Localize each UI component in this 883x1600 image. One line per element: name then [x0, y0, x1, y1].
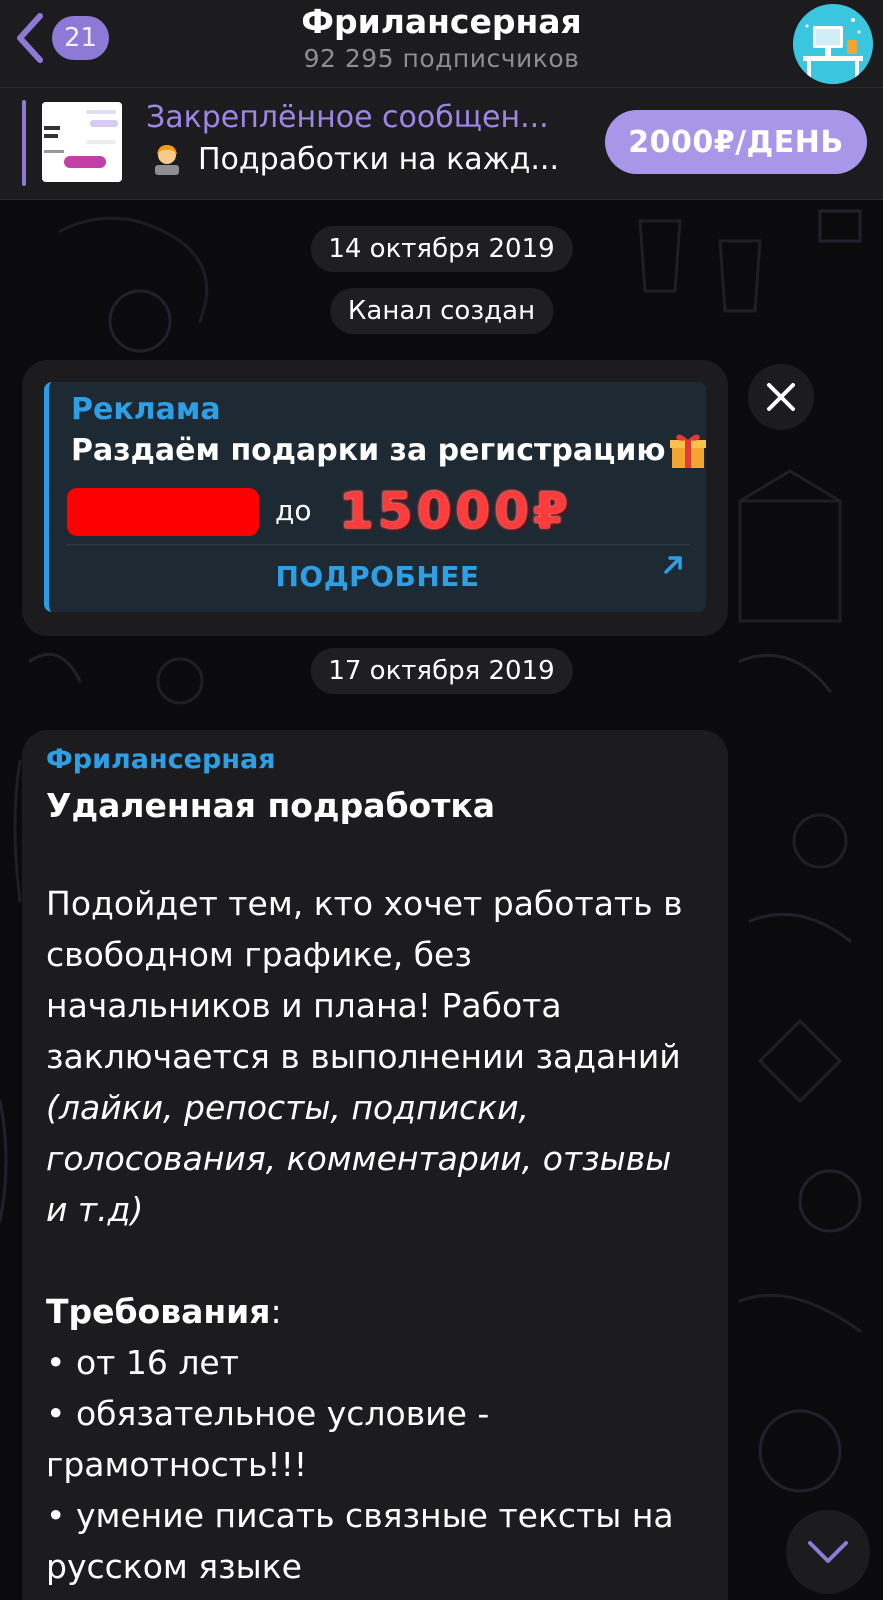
- post-line: начальников и плана! Работа: [46, 986, 562, 1025]
- pinned-action-button[interactable]: 2000₽/ДЕНЬ: [605, 110, 867, 174]
- ad-prefix: до: [275, 494, 312, 527]
- ad-label: Реклама: [71, 392, 221, 427]
- scroll-to-bottom-button[interactable]: [786, 1510, 870, 1594]
- post-line: заключается в выполнении заданий: [46, 1037, 681, 1076]
- chevron-down-icon: [808, 1541, 848, 1563]
- post-line: голосования, комментарии, отзывы: [46, 1139, 672, 1178]
- pinned-preview: Подработки на кажд...: [150, 142, 559, 177]
- channel-post[interactable]: Фрилансерная Удаленная подработка Подойд…: [22, 730, 728, 1600]
- ad-divider: [67, 544, 690, 545]
- post-line: (лайки, репосты, подписки,: [46, 1088, 530, 1127]
- sponsored-message: Реклама Раздаём подарки за регистрацию д…: [22, 360, 728, 636]
- post-line: грамотность!!!: [46, 1445, 308, 1484]
- sponsored-card[interactable]: Реклама Раздаём подарки за регистрацию д…: [44, 382, 706, 612]
- post-heading: Удаленная подработка: [46, 786, 495, 825]
- person-laptop-emoji-icon: [155, 144, 179, 175]
- ad-title: Раздаём подарки за регистрацию: [71, 432, 666, 468]
- requirements-heading: Требования:: [46, 1292, 282, 1331]
- post-line: свободном графике, без: [46, 935, 472, 974]
- post-author[interactable]: Фрилансерная: [46, 744, 276, 775]
- post-line: • умение писать связные тексты на: [46, 1496, 674, 1535]
- pinned-title: Закреплённое сообщен...: [146, 100, 549, 135]
- service-message: Канал создан: [329, 288, 554, 334]
- gift-icon: [669, 434, 706, 468]
- post-line: и т.д): [46, 1190, 144, 1229]
- subscriber-count: 92 295 подписчиков: [303, 44, 580, 73]
- post-line: русском языке: [46, 1547, 302, 1586]
- date-separator: 17 октября 2019: [310, 648, 573, 694]
- post-line: • от 16 лет: [46, 1343, 239, 1382]
- ad-amount: 15000₽: [339, 482, 572, 540]
- pinned-text: Подработки на кажд...: [198, 142, 559, 177]
- chat-header: 21 Фрилансерная 92 295 подписчиков: [0, 0, 883, 88]
- post-line: Подойдет тем, кто хочет работать в: [46, 884, 683, 923]
- post-body: Подойдет тем, кто хочет работать в свобо…: [46, 878, 726, 1592]
- ad-title-row: Раздаём подарки за регистрацию: [71, 430, 708, 470]
- pinned-message-bar[interactable]: Закреплённое сообщен... Подработки на ка…: [0, 88, 883, 200]
- external-link-arrow-icon: [664, 556, 682, 574]
- avatar-illustration-icon: [793, 4, 873, 84]
- close-ad-button[interactable]: [748, 364, 814, 430]
- channel-title[interactable]: Фрилансерная: [0, 2, 883, 41]
- date-separator: 14 октября 2019: [310, 226, 573, 272]
- redacted-area: [67, 488, 259, 536]
- channel-avatar[interactable]: [793, 4, 873, 84]
- pinned-thumbnail: [42, 102, 122, 182]
- ad-more-button[interactable]: ПОДРОБНЕЕ: [49, 560, 706, 593]
- pinned-indicator: [22, 100, 26, 186]
- post-line: • обязательное условие -: [46, 1394, 490, 1433]
- close-icon: [767, 383, 795, 411]
